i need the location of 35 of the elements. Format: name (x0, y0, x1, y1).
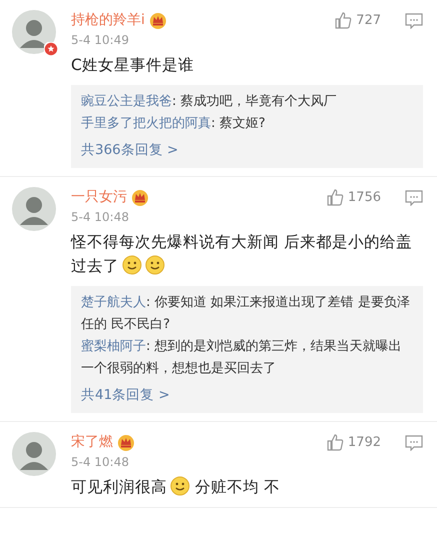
timestamp: 5-4 10:49 (71, 32, 130, 49)
smiley-icon (170, 476, 190, 496)
like-count: 727 (356, 12, 381, 30)
reply-username[interactable]: 蜜梨柚阿子 (81, 339, 146, 354)
thumbs-up-icon (334, 11, 352, 30)
reply-username[interactable]: 楚子航夫人 (81, 295, 146, 310)
more-replies-link[interactable]: 共41条回复 > (81, 384, 170, 406)
reply-username[interactable]: 手里多了把火把的阿真 (81, 116, 211, 131)
reply-text: 蜜梨柚阿子: 想到的是刘恺威的第三炸，结果当天就曝出一个很弱的料，想想也是买回去了 (81, 338, 403, 378)
reply-text: 豌豆公主是我爸: 蔡成功吧，毕竟有个大风厂 (81, 93, 338, 111)
crown-badge-icon (131, 188, 149, 206)
smiley-icon (122, 255, 142, 275)
username[interactable]: 持枪的羚羊i (71, 10, 145, 31)
username[interactable]: 一只女污 (71, 187, 127, 208)
comment-icon (405, 189, 423, 206)
timestamp: 5-4 10:48 (71, 454, 130, 471)
reply-text: 手里多了把火把的阿真: 蔡文姬? (81, 115, 266, 133)
like-count: 1792 (348, 434, 381, 452)
more-replies-link[interactable]: 共366条回复 > (81, 139, 178, 161)
avatar (12, 10, 56, 54)
crown-badge-icon (117, 434, 135, 452)
timestamp: 5-4 10:48 (71, 209, 130, 226)
crown-badge-icon (148, 12, 167, 30)
comment-text: 可见利润很高 分赃不均 不 (71, 475, 281, 498)
reply-username[interactable]: 豌豆公主是我爸 (81, 94, 172, 109)
username[interactable]: 宋了燃 (71, 432, 113, 453)
comment-icon (405, 434, 423, 451)
thumbs-up-icon (326, 433, 344, 452)
reply-text: 楚子航夫人: 你要知道 如果江来报道出现了差错 是要负泽任的 民不民白? (81, 294, 411, 334)
thumbs-up-icon (326, 188, 344, 207)
like-count: 1756 (348, 188, 381, 207)
comment-text: C姓女星事件是谁 (71, 55, 195, 76)
smiley-icon (145, 255, 165, 275)
comment-text: 怪不得每次先爆料说有大新闻 后来都是小的给盖过去了 (71, 232, 413, 277)
comment-icon (405, 12, 423, 29)
